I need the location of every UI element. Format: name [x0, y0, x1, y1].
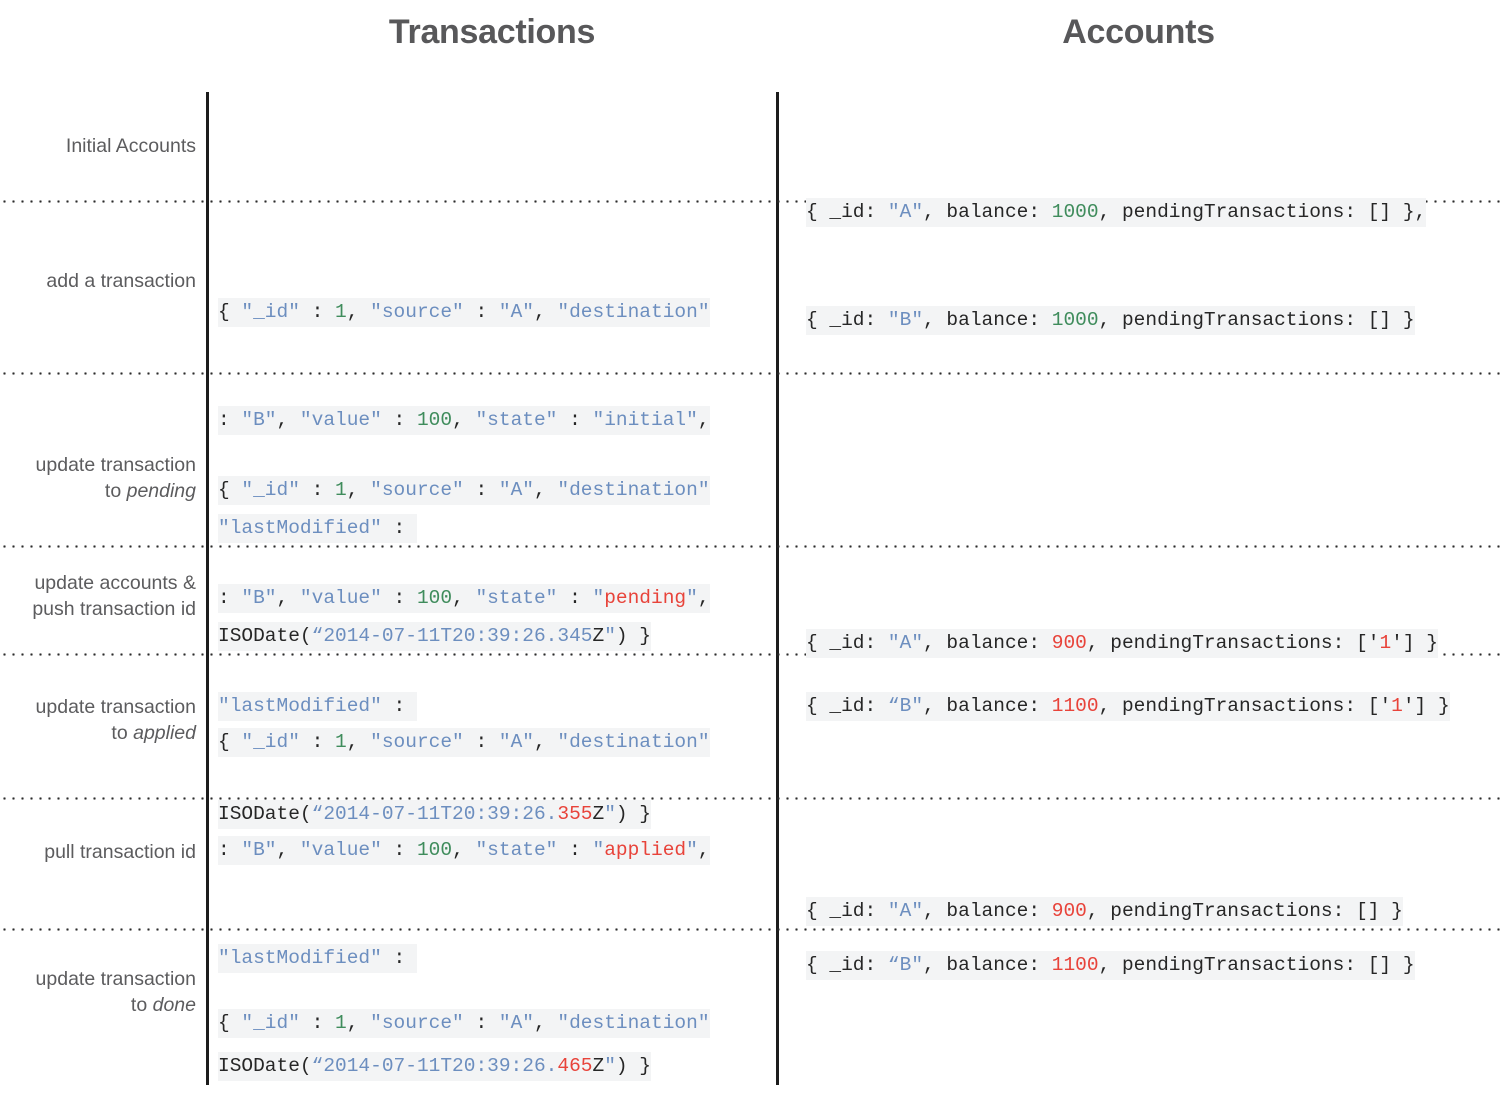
row-label-line: update accounts & — [34, 572, 196, 594]
row-label-line: update transaction — [35, 968, 196, 990]
row-label-line: to done — [130, 994, 196, 1016]
transaction-line: : "B", "value" : 100, "state" : "pending… — [218, 580, 710, 616]
transaction-code-done: { "_id" : 1, "source" : "A", "destinatio… — [218, 933, 710, 1117]
state-name-italic: pending — [126, 480, 196, 502]
vertical-divider-right — [776, 92, 779, 1085]
accounts-line: { _id: "A", balance: 1000, pendingTransa… — [806, 194, 1427, 230]
accounts-line: { _id: “B", balance: 1100, pendingTransa… — [806, 688, 1450, 724]
row-label-line: update transaction — [35, 696, 196, 718]
row-label-update-to-pending: update transaction to pending — [0, 452, 196, 504]
row-label-update-accounts-push: update accounts & push transaction id — [0, 570, 196, 622]
transaction-line: { "_id" : 1, "source" : "A", "destinatio… — [218, 472, 710, 508]
column-header-accounts: Accounts — [1062, 13, 1215, 51]
state-name-italic: done — [152, 994, 196, 1016]
row-label-line: push transaction id — [32, 598, 196, 620]
row-label-initial-accounts: Initial Accounts — [65, 135, 196, 157]
accounts-line: { _id: "B", balance: 1000, pendingTransa… — [806, 302, 1426, 338]
state-name-italic: applied — [133, 722, 196, 744]
accounts-line: { _id: “B", balance: 1100, pendingTransa… — [806, 947, 1415, 983]
transaction-line: { "_id" : 1, "source" : "A", "destinatio… — [218, 724, 710, 760]
row-label-line: to applied — [111, 722, 196, 744]
row-label-update-to-done: update transaction to done — [0, 966, 196, 1018]
row-label-pull-transaction-id: pull transaction id — [44, 841, 196, 863]
row-label-line: update transaction — [35, 454, 196, 476]
row-label-line: to pending — [104, 480, 196, 502]
accounts-code-pushed-b: { _id: “B", balance: 1100, pendingTransa… — [806, 616, 1450, 796]
transaction-line: : "B", "value" : 100, "state" : "done", — [218, 1113, 710, 1117]
column-header-transactions: Transactions — [388, 13, 596, 51]
row-label-update-to-applied: update transaction to applied — [0, 694, 196, 746]
vertical-divider-left — [206, 92, 209, 1085]
row-label-add-a-transaction: add a transaction — [46, 270, 196, 292]
transaction-state-diagram: Transactions Accounts Initial Accounts {… — [0, 0, 1500, 1117]
transaction-line: { "_id" : 1, "source" : "A", "destinatio… — [218, 294, 710, 330]
accounts-code-pulled-b: { _id: “B", balance: 1100, pendingTransa… — [806, 875, 1415, 1055]
transaction-line: { "_id" : 1, "source" : "A", "destinatio… — [218, 1005, 710, 1041]
accounts-code-initial: { _id: "A", balance: 1000, pendingTransa… — [806, 122, 1427, 410]
transaction-line: : "B", "value" : 100, "state" : "applied… — [218, 832, 710, 868]
